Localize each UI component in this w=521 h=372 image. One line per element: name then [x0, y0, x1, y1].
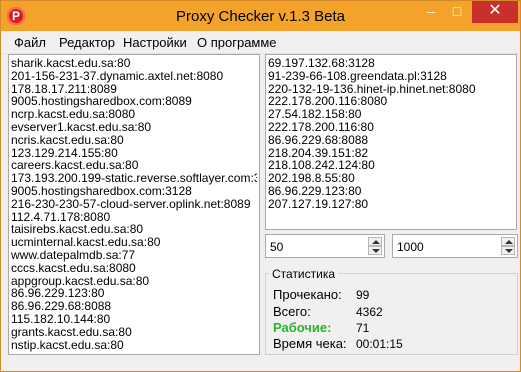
working-label: Рабочие:: [273, 320, 332, 335]
menu-about[interactable]: О программе: [197, 35, 277, 50]
list-item: evserver1.kacst.edu.sa:80: [11, 119, 152, 134]
statistics-title: Статистика: [269, 267, 339, 281]
check-time-label: Время чека:: [273, 336, 347, 351]
arrow-down-icon: [372, 249, 380, 253]
list-item: 9005.hostingsharedbox.com:3128: [11, 183, 192, 198]
menu-editor[interactable]: Редактор: [59, 35, 115, 50]
list-item: 69.197.132.68:3128: [268, 57, 375, 70]
timeout-down-button[interactable]: [501, 246, 515, 255]
list-item: www.datepalmdb.sa:77: [11, 247, 136, 262]
proxy-input-textarea[interactable]: sharik.kacst.edu.sa:80 201-156-231-37.dyn…: [8, 54, 260, 355]
list-item: cccs.kacst.edu.sa:8080: [11, 260, 136, 275]
maximize-button[interactable]: □: [444, 1, 470, 23]
list-item: ncris.kacst.edu.sa:80: [11, 132, 124, 147]
total-label: Всего:: [273, 304, 311, 319]
arrow-up-icon: [505, 240, 513, 244]
proxy-output-list: 69.197.132.68:3128 91-239-66-108.greendat…: [268, 57, 514, 227]
checked-label: Прочекано:: [273, 287, 342, 302]
check-time-value: 00:01:15: [356, 337, 403, 351]
list-item: 86.96.229.123:80: [268, 183, 362, 198]
arrow-down-icon: [505, 249, 513, 253]
proxy-input-list: sharik.kacst.edu.sa:80 201-156-231-37.dyn…: [11, 57, 257, 352]
timeout-spinner[interactable]: 1000: [392, 234, 518, 258]
menu-file[interactable]: Файл: [14, 35, 46, 50]
close-button[interactable]: ✕: [472, 1, 518, 23]
working-value: 71: [356, 321, 370, 335]
checked-value: 99: [356, 288, 370, 302]
list-item: nstip.kacst.edu.sa:80: [11, 337, 124, 352]
list-item: 86.96.229.68:8088: [268, 132, 369, 147]
proxy-output-textarea[interactable]: 69.197.132.68:3128 91-239-66-108.greendat…: [265, 54, 517, 230]
threads-spinner[interactable]: 50: [265, 234, 385, 258]
threads-up-button[interactable]: [368, 237, 382, 246]
timeout-value: 1000: [397, 240, 424, 254]
list-item: 216-230-230-57-cloud-server.oplink.net:8…: [11, 196, 251, 211]
menu-settings[interactable]: Настройки: [123, 35, 187, 50]
minimize-button[interactable]: –: [418, 1, 444, 23]
list-item: 201-156-231-37.dynamic.axtel.net:8080: [11, 68, 224, 83]
list-item: 91-239-66-108.greendata.pl:3128: [268, 68, 447, 83]
list-item: sharik.kacst.edu.sa:80: [11, 57, 131, 70]
status-bar: [1, 361, 520, 371]
threads-down-button[interactable]: [368, 246, 382, 255]
title-bar[interactable]: P Proxy Checker v.1.3 Beta – □ ✕: [1, 1, 520, 31]
arrow-up-icon: [372, 240, 380, 244]
list-item: 222.178.200.116:80: [268, 119, 374, 134]
total-value: 4362: [356, 305, 383, 319]
timeout-up-button[interactable]: [501, 237, 515, 246]
list-item: 115.182.10.144:80: [11, 311, 111, 326]
threads-value: 50: [270, 240, 284, 254]
menu-bar: Файл Редактор Настройки О программе: [2, 31, 519, 54]
list-item: grants.kacst.edu.sa:80: [11, 324, 132, 339]
list-item: 207.127.19.127:80: [268, 196, 369, 211]
app-window: P Proxy Checker v.1.3 Beta – □ ✕ Файл Ре…: [0, 0, 521, 372]
